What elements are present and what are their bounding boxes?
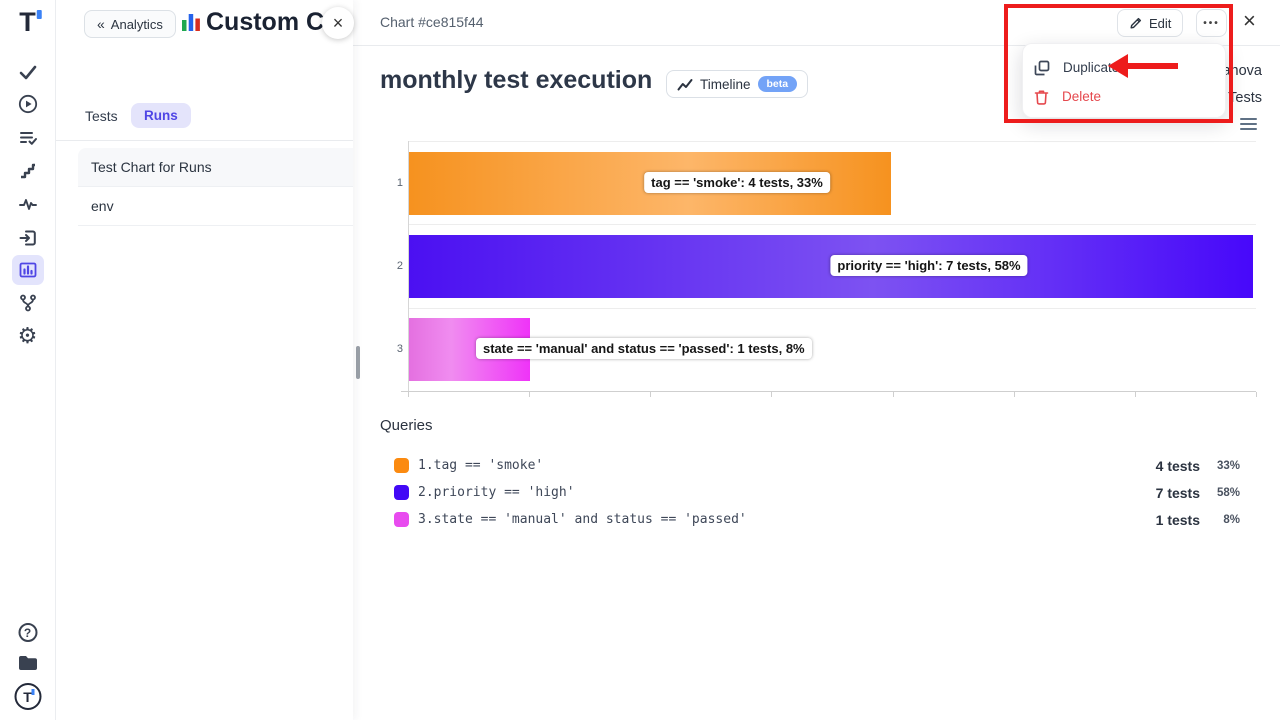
chart-title: monthly test execution [380,66,652,95]
category-label: 2 [383,260,403,272]
tests-count-text-partial: Tests [1228,90,1262,106]
projects-folder-icon[interactable] [17,654,38,672]
bar-label: priority == 'high': 7 tests, 58% [830,255,1027,276]
query-row: 2.priority == 'high' 7 tests 58% [394,479,1240,506]
analytics-bar-chart-icon[interactable] [18,260,38,280]
bar-label: state == 'manual' and status == 'passed'… [476,338,812,359]
drawer-title: Custom C [206,8,326,37]
category-label: 1 [383,177,403,189]
query-tests-count: 1 tests [1134,512,1200,528]
chart-options-hamburger-icon[interactable] [1240,118,1257,133]
steps-stairs-icon[interactable] [18,161,38,181]
colored-bar-chart-icon [180,11,202,33]
query-tests-count: 4 tests [1134,458,1200,474]
query-number: 2. [418,485,434,500]
query-text: priority == 'high' [434,485,575,500]
category-label: 3 [383,343,403,355]
pulse-activity-icon[interactable] [18,194,38,214]
app-logo[interactable]: T [19,9,36,36]
chevrons-left-icon: « [97,16,105,32]
gridline [408,308,1256,309]
tab-tests[interactable]: Tests [85,108,118,124]
runs-play-icon[interactable] [18,94,38,114]
trend-line-icon [677,77,693,92]
drawer-close-button[interactable]: × [322,7,354,39]
logo-tick [37,10,42,19]
back-button-label: Analytics [111,17,163,32]
app-sidebar: T ⚙ ? T [0,0,56,720]
scrollbar-thumb[interactable] [356,346,360,379]
query-tests-count: 7 tests [1134,485,1200,501]
bar-label: tag == 'smoke': 4 tests, 33% [644,172,830,193]
beta-badge: beta [758,76,798,92]
timeline-toggle-button[interactable]: Timeline beta [666,70,808,98]
legend-color-chip [394,512,409,527]
query-percent: 8% [1200,514,1240,526]
annotation-arrow-icon [1106,50,1182,82]
import-icon[interactable] [18,228,38,248]
query-text: state == 'manual' and status == 'passed' [434,512,747,527]
gridline [408,224,1256,225]
query-percent: 33% [1200,460,1240,472]
tasks-check-icon[interactable] [18,62,38,82]
query-number: 3. [418,512,434,527]
settings-gear-icon[interactable]: ⚙ [18,325,38,347]
queries-heading: Queries [380,417,433,434]
panel-close-button[interactable]: × [1243,10,1256,32]
close-icon: × [333,13,344,34]
custom-charts-drawer: « Analytics Custom C × Tests Runs Test C… [56,0,353,720]
legend-color-chip [394,485,409,500]
chart-id-heading: Chart #ce815f44 [380,14,484,30]
query-row: 3.state == 'manual' and status == 'passe… [394,506,1240,533]
back-to-analytics-button[interactable]: « Analytics [84,10,176,38]
query-number: 1. [418,458,434,473]
test-plans-list-icon[interactable] [18,128,38,148]
help-icon[interactable]: ? [18,623,37,642]
account-avatar[interactable]: T [14,683,41,710]
gridline [408,141,1256,142]
query-percent: 58% [1200,487,1240,499]
tab-runs[interactable]: Runs [131,103,191,128]
query-text: tag == 'smoke' [434,458,544,473]
legend-color-chip [394,458,409,473]
list-item-test-chart-for-runs[interactable]: Test Chart for Runs [78,148,353,187]
list-item-env[interactable]: env [78,187,353,226]
query-row: 1.tag == 'smoke' 4 tests 33% [394,452,1240,479]
timeline-label: Timeline [700,77,751,92]
branches-icon[interactable] [18,293,38,313]
divider [56,140,353,141]
queries-legend: 1.tag == 'smoke' 4 tests 33% 2.priority … [394,452,1240,533]
